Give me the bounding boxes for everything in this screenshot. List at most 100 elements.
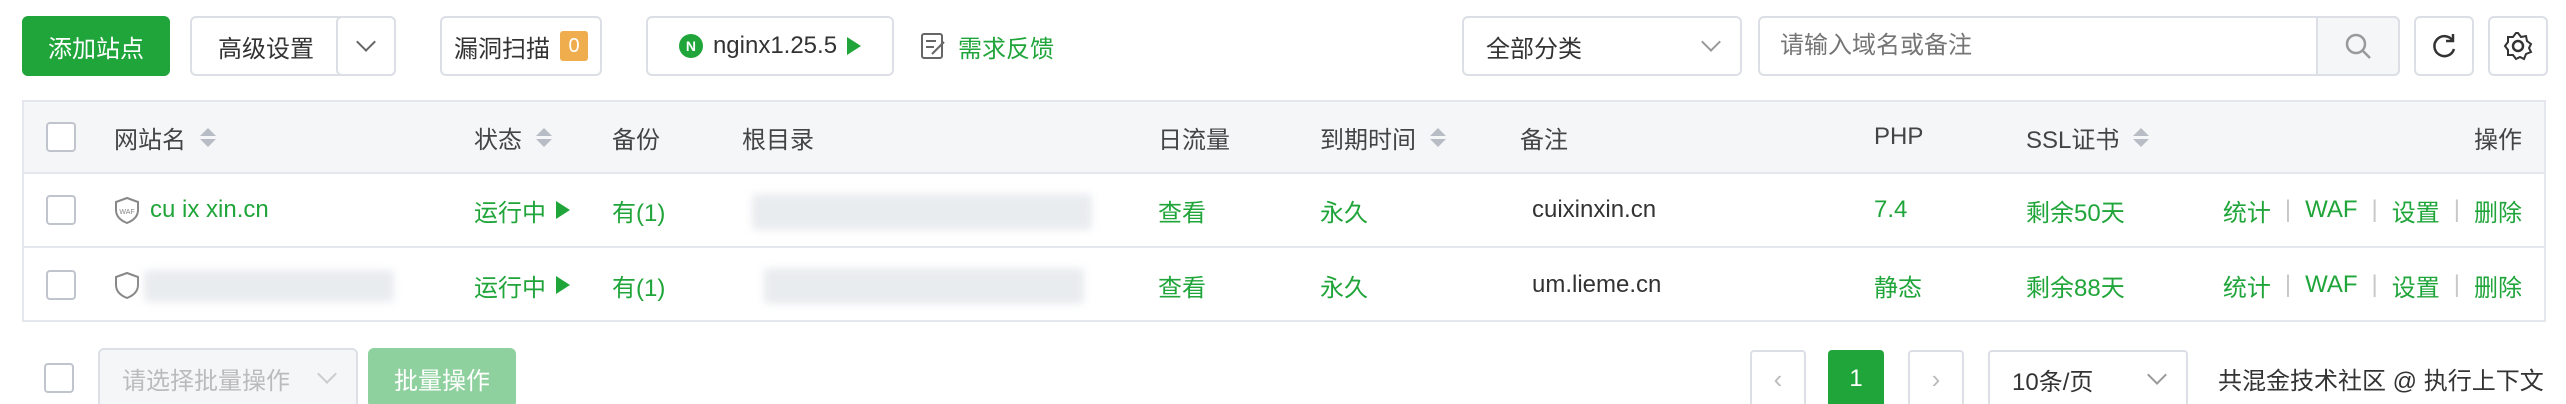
- add-site-label: 添加站点: [48, 35, 144, 63]
- sort-icon: [1430, 127, 1446, 147]
- header-remark: 备注: [1520, 126, 1568, 154]
- waf-link[interactable]: WAF: [2305, 196, 2357, 224]
- stats-link[interactable]: 统计: [2223, 268, 2271, 303]
- batch-action-placeholder: 请选择批量操作: [122, 367, 290, 395]
- row-checkbox[interactable]: [46, 270, 76, 300]
- feedback-link[interactable]: 需求反馈: [920, 16, 1054, 76]
- refresh-button[interactable]: [2414, 16, 2474, 76]
- vuln-count-badge: 0: [560, 31, 588, 61]
- gear-icon: [2503, 32, 2533, 61]
- ssl-status-link[interactable]: 剩余50天: [2026, 174, 2125, 246]
- ssl-status-link[interactable]: 剩余88天: [2026, 248, 2125, 322]
- settings-button[interactable]: [2488, 16, 2548, 76]
- batch-action-select[interactable]: 请选择批量操作: [98, 348, 358, 404]
- advanced-settings-dropdown[interactable]: [336, 16, 396, 76]
- shield-icon: WAF: [115, 196, 139, 224]
- header-actions: 操作: [2474, 126, 2522, 154]
- status-running[interactable]: 运行中: [474, 248, 570, 322]
- category-select[interactable]: 全部分类: [1462, 16, 1742, 76]
- row-actions: 统计 | WAF | 设置 | 删除: [2223, 174, 2522, 246]
- header-root-dir: 根目录: [742, 126, 814, 154]
- traffic-link[interactable]: 查看: [1158, 174, 1206, 246]
- remark-text[interactable]: um.lieme.cn: [1532, 248, 1661, 322]
- search-input[interactable]: [1780, 32, 2320, 60]
- root-dir-redacted: [764, 268, 1084, 304]
- sort-icon: [2133, 127, 2150, 147]
- site-name-link[interactable]: WAF cu ix xin.cn: [114, 174, 269, 246]
- table-header: 网站名 状态 备份 根目录 日流量 到期时间 备注 PHP SSL证书 操作: [24, 102, 2544, 174]
- waf-link[interactable]: WAF: [2305, 271, 2357, 299]
- sort-icon: [536, 127, 552, 147]
- batch-action-button[interactable]: 批量操作: [368, 348, 516, 404]
- header-expire[interactable]: 到期时间: [1320, 102, 1446, 172]
- settings-link[interactable]: 设置: [2392, 193, 2440, 228]
- separator: |: [2453, 271, 2460, 298]
- play-icon: [556, 276, 570, 294]
- settings-link[interactable]: 设置: [2392, 268, 2440, 303]
- category-select-value: 全部分类: [1486, 35, 1582, 63]
- search-icon: [2345, 33, 2371, 59]
- footer-select-all-checkbox[interactable]: [44, 363, 74, 393]
- header-ssl[interactable]: SSL证书: [2026, 102, 2150, 172]
- stats-link[interactable]: 统计: [2223, 193, 2271, 228]
- refresh-icon: [2433, 34, 2456, 58]
- play-icon: [556, 201, 570, 219]
- php-version-link[interactable]: 7.4: [1874, 174, 1907, 246]
- page-size-value: 10条/页: [2012, 368, 2094, 396]
- expire-link[interactable]: 永久: [1320, 248, 1368, 322]
- nginx-version-button[interactable]: N nginx1.25.5: [646, 16, 894, 76]
- row-checkbox[interactable]: [46, 195, 76, 225]
- chevron-right-icon: ›: [1931, 363, 1941, 394]
- feedback-icon: [921, 33, 945, 59]
- separator: |: [2284, 196, 2292, 223]
- prev-page-button[interactable]: ‹: [1750, 350, 1806, 404]
- select-all-checkbox[interactable]: [46, 122, 76, 152]
- nginx-icon: N: [678, 34, 703, 58]
- backup-link[interactable]: 有(1): [612, 174, 665, 246]
- shield-icon: [115, 271, 139, 299]
- chevron-left-icon: ‹: [1773, 363, 1783, 394]
- header-php: PHP: [1874, 123, 1924, 150]
- vuln-scan-button[interactable]: 漏洞扫描 0: [440, 16, 602, 76]
- table-row: 运行中 有(1) 查看 永久 um.lieme.cn 静态 剩余88天 统计 |…: [24, 248, 2544, 322]
- feedback-label: 需求反馈: [958, 35, 1054, 63]
- separator: |: [2453, 196, 2460, 223]
- php-version-link[interactable]: 静态: [1874, 248, 1922, 322]
- row-actions: 统计 | WAF | 设置 | 删除: [2223, 248, 2522, 322]
- header-status[interactable]: 状态: [474, 102, 552, 172]
- root-dir-redacted: [752, 194, 1092, 230]
- svg-text:WAF: WAF: [119, 209, 134, 216]
- sites-table: 网站名 状态 备份 根目录 日流量 到期时间 备注 PHP SSL证书 操作 W…: [22, 100, 2546, 322]
- add-site-button[interactable]: 添加站点: [22, 16, 170, 76]
- search-button[interactable]: [2316, 16, 2400, 76]
- site-name-redacted: [144, 270, 394, 302]
- sort-icon: [200, 127, 216, 147]
- play-icon: [847, 37, 862, 55]
- backup-link[interactable]: 有(1): [612, 248, 665, 322]
- separator: |: [2371, 271, 2378, 298]
- chevron-down-icon: [1701, 32, 1721, 52]
- delete-link[interactable]: 删除: [2474, 193, 2522, 228]
- traffic-link[interactable]: 查看: [1158, 248, 1206, 322]
- expire-link[interactable]: 永久: [1320, 174, 1368, 246]
- search-box[interactable]: [1758, 16, 2400, 76]
- advanced-settings-label: 高级设置: [218, 35, 314, 63]
- delete-link[interactable]: 删除: [2474, 268, 2522, 303]
- batch-action-label: 批量操作: [394, 367, 490, 395]
- next-page-button[interactable]: ›: [1908, 350, 1964, 404]
- separator: |: [2371, 196, 2378, 223]
- separator: |: [2284, 271, 2292, 298]
- header-site-name[interactable]: 网站名: [114, 102, 216, 172]
- chevron-down-icon: [2147, 365, 2167, 385]
- status-running[interactable]: 运行中: [474, 174, 570, 246]
- chevron-down-icon: [356, 32, 376, 52]
- chevron-down-icon: [317, 364, 337, 384]
- header-backup: 备份: [612, 126, 660, 154]
- page-size-select[interactable]: 10条/页: [1988, 350, 2188, 404]
- header-traffic: 日流量: [1158, 126, 1230, 154]
- vuln-scan-label: 漏洞扫描: [454, 35, 550, 63]
- current-page-button[interactable]: 1: [1828, 350, 1884, 404]
- remark-text[interactable]: cuixinxin.cn: [1532, 174, 1656, 246]
- watermark-text: 共混金技术社区 @ 执行上下文: [2218, 367, 2544, 395]
- nginx-version-label: nginx1.25.5: [712, 32, 838, 59]
